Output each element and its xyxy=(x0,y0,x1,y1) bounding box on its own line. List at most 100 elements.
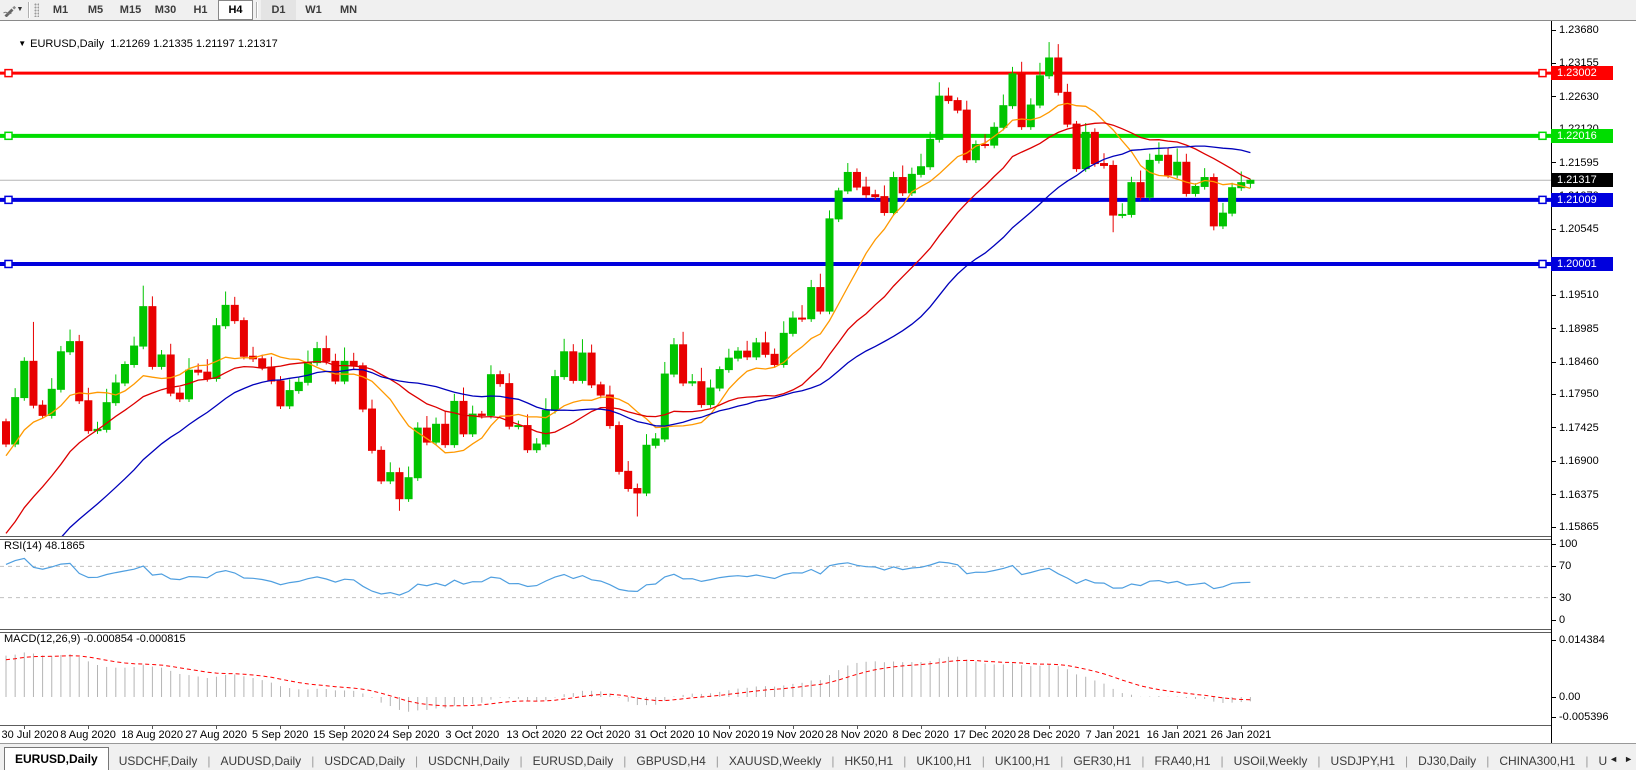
candle-up xyxy=(807,287,816,320)
macd-panel-canvas[interactable] xyxy=(0,632,1551,725)
cursor-draw-tool-button[interactable]: ▼ xyxy=(0,1,26,19)
candle-down xyxy=(743,350,752,358)
line-endpoint-marker[interactable] xyxy=(4,68,13,78)
date-label: 3 Oct 2020 xyxy=(445,729,500,741)
timeframe-button-d1[interactable]: D1 xyxy=(261,0,296,20)
chart-tab-usoil-weekly[interactable]: USOil,Weekly xyxy=(1224,751,1318,770)
line-endpoint-marker[interactable] xyxy=(4,259,13,269)
price-level-badge: 1.20001 xyxy=(1551,256,1613,271)
candle-up xyxy=(734,350,742,359)
candle-up xyxy=(1026,104,1035,128)
chart-tab-uk100-h1[interactable]: UK100,H1 xyxy=(985,751,1060,770)
rsi-line xyxy=(5,557,1251,596)
timeframe-button-h4[interactable]: H4 xyxy=(218,0,253,20)
candle-up xyxy=(724,357,733,371)
candle-up xyxy=(688,381,697,384)
candle-down xyxy=(880,196,889,214)
chart-tab-usdcad-daily[interactable]: USDCAD,Daily xyxy=(314,751,415,770)
chart-tab-dj30-daily[interactable]: DJ30,Daily xyxy=(1408,751,1486,770)
candle-down xyxy=(29,360,38,406)
timeframe-button-m30[interactable]: M30 xyxy=(148,0,183,20)
rsi-panel-canvas[interactable] xyxy=(0,539,1551,629)
candle-down xyxy=(871,194,880,198)
date-label: 26 Jan 2021 xyxy=(1210,729,1272,741)
candle-up xyxy=(999,105,1008,128)
price-tick-label: 1.16900 xyxy=(1552,455,1599,467)
chart-tab-xauusd-weekly[interactable]: XAUUSD,Weekly xyxy=(719,751,831,770)
candle-up xyxy=(1045,57,1054,77)
date-label: 10 Nov 2020 xyxy=(697,729,760,741)
candle-down xyxy=(441,423,450,446)
candle-down xyxy=(38,404,47,416)
price-level-badge: 1.23002 xyxy=(1551,66,1613,81)
candle-up xyxy=(551,376,559,411)
trading-terminal-window: ▼ M1 M5 M15 M30 H1 H4 D1 W1 MN ▼ EURUSD,Daily 1.2… xyxy=(0,0,1636,770)
candle-up xyxy=(1154,154,1163,161)
price-level-badge: 1.22016 xyxy=(1551,128,1613,143)
candle-up xyxy=(1218,212,1227,227)
candle-up xyxy=(294,381,303,392)
chart-tab-audusd-daily[interactable]: AUDUSD,Daily xyxy=(211,751,312,770)
chart-title: ▼ EURUSD,Daily 1.21269 1.21335 1.21197 1.… xyxy=(6,26,277,62)
rsi-label: RSI(14) 48.1865 xyxy=(4,540,85,552)
timeframe-button-m5[interactable]: M5 xyxy=(78,0,113,20)
candle-up xyxy=(404,477,413,500)
line-endpoint-marker[interactable] xyxy=(1538,259,1547,269)
chart-tab-fra40-h1[interactable]: FRA40,H1 xyxy=(1144,751,1220,770)
chart-tab-usdjpy-h1[interactable]: USDJPY,H1 xyxy=(1321,751,1405,770)
chart-tab-eurusd-daily[interactable]: EURUSD,Daily xyxy=(4,747,109,770)
line-endpoint-marker[interactable] xyxy=(4,195,13,205)
candle-down xyxy=(862,186,871,196)
collapse-triangle-icon[interactable]: ▼ xyxy=(18,39,26,48)
candle-up xyxy=(843,171,852,192)
date-label: 18 Aug 2020 xyxy=(121,729,183,741)
candle-down xyxy=(377,449,386,482)
line-endpoint-marker[interactable] xyxy=(1538,131,1547,141)
date-axis[interactable]: 30 Jul 2020 8 Aug 2020 18 Aug 2020 27 Aug 2… xyxy=(0,726,1636,743)
candle-down xyxy=(1072,123,1081,170)
timeframe-toolbar: ▼ M1 M5 M15 M30 H1 H4 D1 W1 MN xyxy=(0,0,1636,21)
candle-down xyxy=(816,287,825,312)
chart-tab-usdchf-daily[interactable]: USDCHF,Daily xyxy=(109,751,208,770)
timeframe-button-mn[interactable]: MN xyxy=(331,0,366,20)
candle-down xyxy=(276,380,285,407)
candle-down xyxy=(615,425,624,472)
candle-down xyxy=(1164,154,1173,176)
candle-down xyxy=(395,472,404,500)
candle-down xyxy=(148,306,157,367)
rsi-tick-label: 30 xyxy=(1552,592,1571,604)
candle-down xyxy=(981,143,990,146)
toolbar-grip-handle[interactable] xyxy=(34,3,39,17)
chart-tab-uk100-h1[interactable]: UK100,H1 xyxy=(906,751,981,770)
timeframe-button-m1[interactable]: M1 xyxy=(43,0,78,20)
tool-dropdown-arrow-icon[interactable]: ▼ xyxy=(17,1,24,19)
tab-scroll-left-icon[interactable]: ◄ xyxy=(1609,753,1618,765)
date-label: 8 Aug 2020 xyxy=(60,729,116,741)
timeframe-button-h1[interactable]: H1 xyxy=(183,0,218,20)
candle-up xyxy=(1246,179,1255,184)
candle-up xyxy=(834,190,843,220)
chart-tab-hk50-h1[interactable]: HK50,H1 xyxy=(834,751,903,770)
timeframe-button-m15[interactable]: M15 xyxy=(113,0,148,20)
date-label: 24 Sep 2020 xyxy=(377,729,440,741)
candle-up xyxy=(1008,73,1017,107)
chart-tab-gbpusd-h4[interactable]: GBPUSD,H4 xyxy=(626,751,715,770)
timeframe-button-w1[interactable]: W1 xyxy=(296,0,331,20)
line-endpoint-marker[interactable] xyxy=(1538,195,1547,205)
line-endpoint-marker[interactable] xyxy=(1538,68,1547,78)
price-axis[interactable]: 1.236801.231551.226301.221201.215951.210… xyxy=(1551,21,1636,743)
candle-up xyxy=(221,304,230,327)
chart-tab-usdcnh-daily[interactable]: USDCNH,Daily xyxy=(418,751,519,770)
candle-up xyxy=(926,138,935,168)
tab-scroll-right-icon[interactable]: ► xyxy=(1624,753,1633,765)
chart-tab-eurusd-daily[interactable]: EURUSD,Daily xyxy=(523,751,624,770)
date-label: 28 Nov 2020 xyxy=(825,729,888,741)
candle-down xyxy=(459,400,468,435)
main-chart-canvas[interactable] xyxy=(0,21,1551,536)
line-endpoint-marker[interactable] xyxy=(4,131,13,141)
toolbar-separator xyxy=(256,2,258,18)
chart-tab-china300-h1[interactable]: CHINA300,H1 xyxy=(1489,751,1585,770)
chart-tab-ger30-h1[interactable]: GER30,H1 xyxy=(1063,751,1141,770)
chart-tab-u[interactable]: U xyxy=(1588,751,1607,770)
candle-down xyxy=(358,365,367,410)
